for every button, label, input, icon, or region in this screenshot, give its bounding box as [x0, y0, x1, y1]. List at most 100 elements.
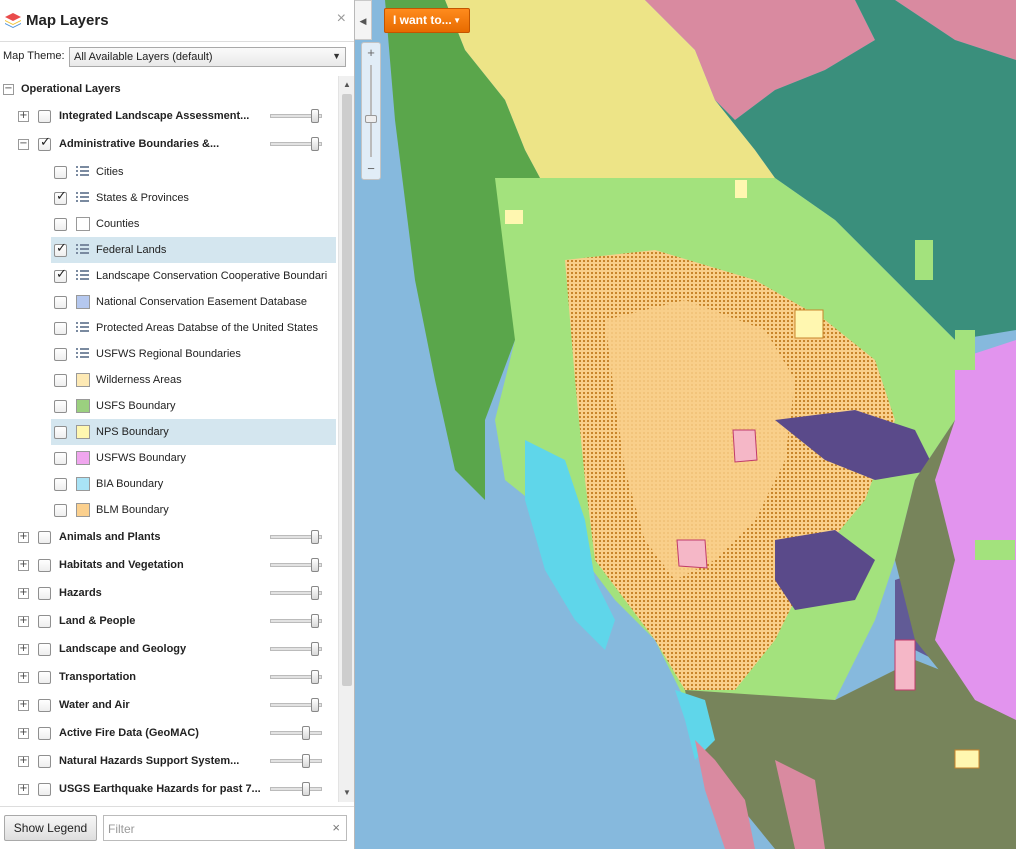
close-icon[interactable]: × [337, 10, 346, 28]
opacity-slider[interactable] [270, 109, 322, 123]
opacity-slider[interactable] [270, 670, 322, 684]
layer-group[interactable]: + Landscape and Geology [0, 636, 338, 662]
layer-item[interactable]: NPS Boundary [51, 419, 336, 445]
layer-item[interactable]: USFS Boundary [51, 393, 336, 419]
layer-checkbox[interactable] [54, 322, 67, 335]
zoom-in-button[interactable]: + [362, 44, 380, 62]
scroll-up-icon[interactable]: ▲ [341, 79, 353, 91]
layer-item[interactable]: National Conservation Easement Database [51, 289, 336, 315]
opacity-slider[interactable] [270, 726, 322, 740]
opacity-slider-handle[interactable] [311, 109, 319, 123]
layer-group[interactable]: − Administrative Boundaries &... [0, 131, 338, 157]
expand-icon[interactable]: + [18, 784, 29, 795]
opacity-slider[interactable] [270, 530, 322, 544]
expand-icon[interactable]: + [18, 616, 29, 627]
opacity-slider[interactable] [270, 782, 322, 796]
layer-checkbox[interactable] [38, 615, 51, 628]
expand-icon[interactable]: + [18, 728, 29, 739]
opacity-slider-handle[interactable] [311, 642, 319, 656]
layer-group[interactable]: + Integrated Landscape Assessment... [0, 103, 338, 129]
opacity-slider[interactable] [270, 754, 322, 768]
layer-item[interactable]: USFWS Boundary [51, 445, 336, 471]
opacity-slider-handle[interactable] [302, 754, 310, 768]
layer-checkbox[interactable] [38, 699, 51, 712]
opacity-slider-handle[interactable] [311, 530, 319, 544]
layer-checkbox[interactable] [54, 267, 67, 283]
expand-icon[interactable]: + [18, 700, 29, 711]
zoom-out-button[interactable]: − [362, 160, 380, 178]
map-canvas[interactable] [355, 0, 1016, 849]
layer-item[interactable]: Protected Areas Databse of the United St… [51, 315, 336, 341]
layer-item[interactable]: States & Provinces [51, 185, 336, 211]
layer-checkbox[interactable] [38, 671, 51, 684]
opacity-slider-handle[interactable] [302, 782, 310, 796]
zoom-slider-handle[interactable] [365, 115, 377, 123]
layer-checkbox[interactable] [54, 478, 67, 491]
layer-item[interactable]: BIA Boundary [51, 471, 336, 497]
layer-group[interactable]: + Habitats and Vegetation [0, 552, 338, 578]
scrollbar-thumb[interactable] [342, 94, 352, 686]
opacity-slider[interactable] [270, 586, 322, 600]
show-legend-button[interactable]: Show Legend [4, 815, 97, 841]
layer-checkbox[interactable] [54, 348, 67, 361]
expand-icon[interactable]: + [18, 644, 29, 655]
opacity-slider-handle[interactable] [311, 586, 319, 600]
layer-checkbox[interactable] [38, 783, 51, 796]
layer-group[interactable]: + USGS Earthquake Hazards for past 7... [0, 776, 338, 802]
layer-checkbox[interactable] [54, 374, 67, 387]
layer-checkbox[interactable] [38, 587, 51, 600]
layer-group[interactable]: + Land & People [0, 608, 338, 634]
layer-checkbox[interactable] [38, 643, 51, 656]
collapse-icon[interactable]: − [3, 84, 14, 95]
opacity-slider-handle[interactable] [311, 614, 319, 628]
layer-item[interactable]: Wilderness Areas [51, 367, 336, 393]
opacity-slider[interactable] [270, 642, 322, 656]
layer-item[interactable]: BLM Boundary [51, 497, 336, 523]
opacity-slider-handle[interactable] [302, 726, 310, 740]
layer-checkbox[interactable] [54, 452, 67, 465]
layer-group[interactable]: + Natural Hazards Support System... [0, 748, 338, 774]
expand-icon[interactable]: + [18, 672, 29, 683]
layer-item[interactable]: Counties [51, 211, 336, 237]
layer-group[interactable]: + Water and Air [0, 692, 338, 718]
zoom-slider-track[interactable] [370, 65, 372, 157]
expand-icon[interactable]: + [18, 756, 29, 767]
layer-checkbox[interactable] [54, 218, 67, 231]
layer-checkbox[interactable] [38, 531, 51, 544]
opacity-slider-handle[interactable] [311, 698, 319, 712]
i-want-to-button[interactable]: I want to... ▼ [384, 8, 470, 33]
layer-group[interactable]: + Transportation [0, 664, 338, 690]
opacity-slider-handle[interactable] [311, 670, 319, 684]
opacity-slider[interactable] [270, 137, 322, 151]
layer-checkbox[interactable] [38, 727, 51, 740]
opacity-slider[interactable] [270, 558, 322, 572]
layer-checkbox[interactable] [54, 296, 67, 309]
layer-item[interactable]: Cities [51, 159, 336, 185]
expand-icon[interactable]: + [18, 588, 29, 599]
layer-checkbox[interactable] [54, 166, 67, 179]
opacity-slider-handle[interactable] [311, 137, 319, 151]
expand-icon[interactable]: + [18, 560, 29, 571]
collapse-icon[interactable]: − [18, 139, 29, 150]
layer-tree-scrollbar[interactable]: ▲ ▼ [338, 76, 354, 802]
layer-checkbox[interactable] [38, 559, 51, 572]
map-theme-select[interactable]: All Available Layers (default) ▼ [69, 47, 346, 67]
layer-checkbox[interactable] [38, 755, 51, 768]
expand-icon[interactable]: + [18, 532, 29, 543]
opacity-slider[interactable] [270, 614, 322, 628]
expand-icon[interactable]: + [18, 111, 29, 122]
layer-checkbox[interactable] [54, 241, 67, 257]
scroll-down-icon[interactable]: ▼ [341, 787, 353, 799]
opacity-slider-handle[interactable] [311, 558, 319, 572]
map-view[interactable]: ◀ I want to... ▼ + − [355, 0, 1016, 849]
layer-checkbox[interactable] [54, 400, 67, 413]
layer-checkbox[interactable] [54, 426, 67, 439]
opacity-slider[interactable] [270, 698, 322, 712]
layer-checkbox[interactable] [38, 110, 51, 123]
collapse-panel-tab[interactable]: ◀ [355, 0, 372, 40]
layer-checkbox[interactable] [38, 135, 51, 151]
clear-filter-icon[interactable]: × [332, 820, 340, 835]
filter-input[interactable]: Filter × [103, 815, 347, 841]
layer-checkbox[interactable] [54, 504, 67, 517]
layer-group[interactable]: + Animals and Plants [0, 524, 338, 550]
